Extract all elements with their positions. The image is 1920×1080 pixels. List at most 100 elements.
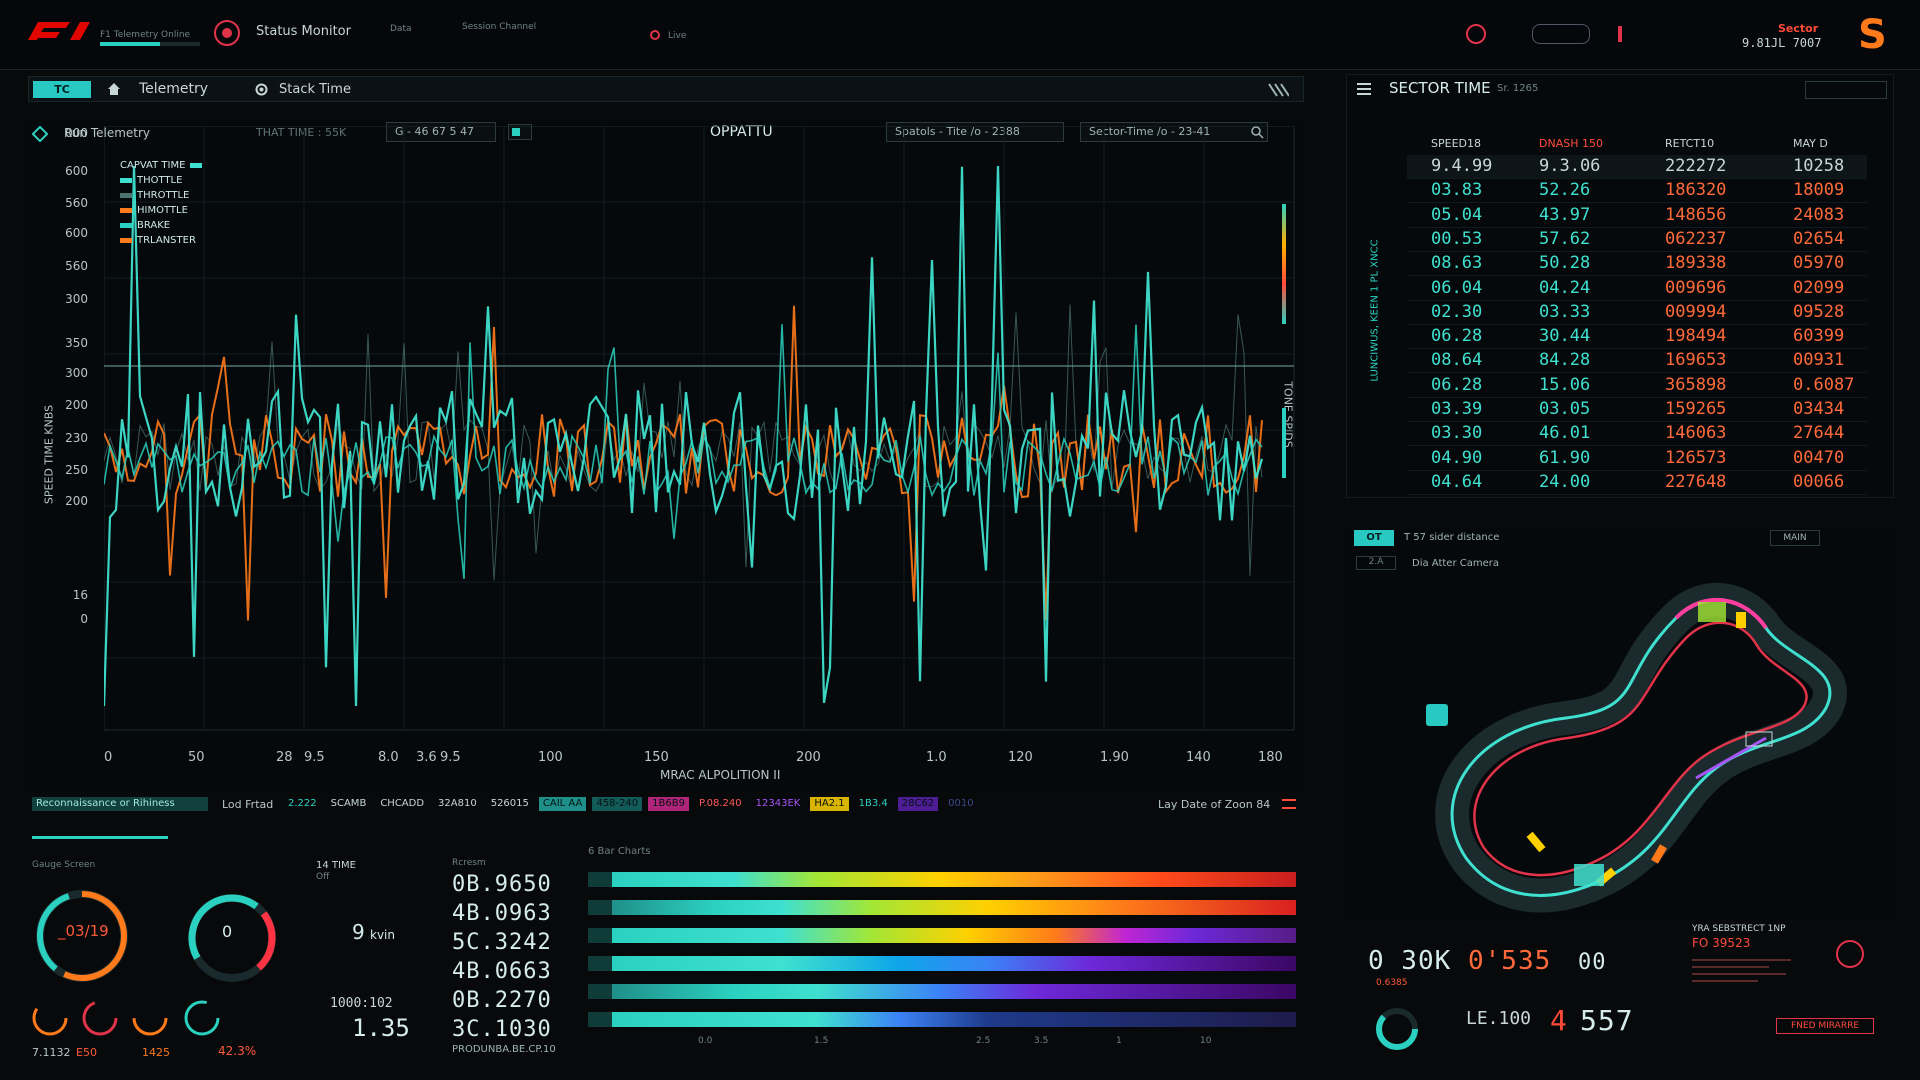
status-chip[interactable]: HA2.1	[810, 797, 849, 811]
telemetry-chart-panel: Run Telemetry THAT TIME : 55K G - 46 67 …	[28, 118, 1304, 790]
heat-bar[interactable]	[588, 900, 1296, 915]
strip-menu-icon[interactable]	[1282, 799, 1296, 809]
pin-icon[interactable]	[1426, 704, 1448, 726]
status-chip[interactable]: 32A810	[434, 797, 481, 811]
heat-bar[interactable]	[588, 872, 1296, 887]
track-map[interactable]	[1406, 568, 1886, 918]
driver-icon[interactable]	[1836, 940, 1864, 968]
strip-right: Lay Date of Zoon 84	[1158, 798, 1271, 811]
sector-table-row[interactable]: 9.4.99 9.3.06 222272 10258	[1407, 155, 1867, 179]
legend-item[interactable]: TRLANSTER	[120, 233, 220, 248]
status-chip[interactable]: SCAMB	[327, 797, 371, 811]
y-tick-label: 560	[65, 196, 88, 210]
sector-table-row[interactable]: 06.28 15.06 365898 0.6087	[1407, 374, 1867, 398]
telemetry-line-chart[interactable]	[104, 126, 1304, 746]
sector-table-row[interactable]: 02.30 03.33 009994 09528	[1407, 301, 1867, 325]
sector-col-header[interactable]: SPEED18	[1431, 137, 1481, 150]
x-tick-label: 120	[1008, 750, 1033, 765]
top-status-text: F1 Telemetry Online	[100, 30, 191, 40]
x-tick-label: 150	[644, 750, 669, 765]
sector-table-row[interactable]: 08.64 84.28 169653 00931	[1407, 349, 1867, 374]
sector-table-row[interactable]: 05.04 43.97 148656 24083	[1407, 204, 1867, 228]
sector-cell: 50.28	[1539, 253, 1591, 274]
status-chip[interactable]: CAIL AA	[538, 797, 587, 811]
status-chip[interactable]: 12343EK	[752, 797, 805, 811]
legend-item[interactable]: THROTTLE	[120, 188, 220, 203]
signature-icon	[1532, 24, 1590, 44]
sector-search-box[interactable]	[1805, 81, 1887, 99]
sector-table-row[interactable]: 06.04 04.24 009696 02099	[1407, 277, 1867, 301]
sector-cell: 00066	[1793, 471, 1845, 492]
map-tab[interactable]: OT	[1354, 530, 1394, 546]
y-tick-label: 200	[65, 494, 88, 508]
sector-cell: 43.97	[1539, 204, 1591, 225]
alert-icon[interactable]	[1466, 24, 1486, 44]
sector-table-row[interactable]: 04.90 61.90 126573 00470	[1407, 447, 1867, 471]
home-icon[interactable]	[107, 82, 121, 96]
readout-value: 3C.1030	[452, 1017, 552, 1042]
legend-item[interactable]: THOTTLE	[120, 173, 220, 188]
collapse-icon[interactable]	[1267, 82, 1289, 98]
readout-v6: LE.100	[1466, 1008, 1532, 1029]
status-chip[interactable]: 0010	[944, 797, 977, 811]
status-chip[interactable]: 28C62	[897, 797, 939, 811]
sector-table-row[interactable]: 00.53 57.62 062237 02654	[1407, 228, 1867, 252]
status-chip[interactable]: CHCADD	[376, 797, 428, 811]
sector-col-header[interactable]: DNASH 150	[1539, 137, 1603, 150]
map-sub-a[interactable]: 2.A	[1356, 556, 1396, 570]
top-channel-text: Session Channel	[462, 22, 537, 32]
status-chip[interactable]: P.08.240	[695, 797, 746, 811]
sector-table-row[interactable]: 03.30 46.01 146063 27644	[1407, 422, 1867, 447]
br-sector-code: FO 39523	[1692, 936, 1751, 950]
sector-cell: 06.04	[1431, 277, 1483, 298]
sector-table-row[interactable]: 03.39 03.05 159265 03434	[1407, 398, 1867, 422]
y-tick-label: 230	[65, 431, 88, 445]
menu-icon[interactable]	[1357, 83, 1371, 95]
sector-table-row[interactable]: 03.83 52.26 186320 18009	[1407, 179, 1867, 204]
sector-cell: 06.28	[1431, 374, 1483, 395]
readout-list: 0B.9650 4B.0963 5C.3242 4B.0663 0B.2270 3C.10…	[452, 872, 552, 1046]
heat-bar[interactable]	[588, 1012, 1296, 1027]
sector-cell: 00470	[1793, 447, 1845, 468]
status-chip[interactable]: 526015	[487, 797, 533, 811]
readout-value: 0B.9650	[452, 872, 552, 897]
heat-bar[interactable]	[588, 928, 1296, 943]
status-chip[interactable]: 1B6B9	[648, 797, 689, 811]
sector-table-row[interactable]: 06.28 30.44 198494 60399	[1407, 325, 1867, 350]
status-chip[interactable]: 2.222	[284, 797, 321, 811]
strip-left-label[interactable]: Reconnaissance or Rihiness	[32, 797, 208, 811]
lap-time-sub: Off	[316, 872, 330, 882]
nav-item-stack-time[interactable]: Stack Time	[279, 82, 351, 97]
bar-axis-label: 2.5	[976, 1036, 991, 1046]
sector-col-header[interactable]: MAY D	[1793, 137, 1828, 150]
find-button[interactable]: FNED MIRARRE	[1776, 1018, 1874, 1034]
sector-table-row[interactable]: 04.64 24.00 227648 00066	[1407, 471, 1867, 495]
nav-home-pill[interactable]: TC	[33, 81, 91, 98]
map-button[interactable]: MAIN	[1770, 530, 1820, 546]
helmet-icon[interactable]	[212, 18, 242, 48]
map-title: T 57 sider distance	[1404, 532, 1500, 543]
scroll-handle[interactable]	[1282, 408, 1286, 478]
lap-speed: 9	[352, 920, 365, 944]
heat-bar[interactable]	[588, 984, 1296, 999]
sector-col-header[interactable]: RETCT10	[1665, 137, 1714, 150]
legend-item[interactable]: HIMOTTLE	[120, 203, 220, 218]
status-strip: Reconnaissance or Rihiness Lod Frtad 2.2…	[28, 796, 1304, 814]
legend-item[interactable]: CAPVAT TIME	[120, 158, 220, 173]
sector-cell: 05970	[1793, 253, 1845, 274]
f1-logo[interactable]	[22, 16, 92, 42]
heat-bar[interactable]	[588, 956, 1296, 971]
track-map-panel: OT T 57 sider distance MAIN 2.A Dia Atte…	[1346, 528, 1894, 920]
x-tick-label: 9.5	[440, 750, 461, 765]
status-chip[interactable]: 1B3.4	[855, 797, 892, 811]
chart-legend: CAPVAT TIME THOTTLE THROTTLE HIMOTTLE BR…	[120, 158, 220, 254]
legend-item[interactable]: BRAKE	[120, 218, 220, 233]
status-chip[interactable]: 458-240	[592, 797, 643, 811]
nav-title[interactable]: Telemetry	[139, 81, 208, 97]
brand-logo[interactable]: S	[1858, 12, 1887, 58]
sector-table-row[interactable]: 08.63 50.28 189338 05970	[1407, 252, 1867, 277]
readout-value: 4B.0663	[452, 959, 552, 984]
top-data-text: Data	[390, 24, 412, 34]
sector-cell: 52.26	[1539, 180, 1591, 201]
gear-icon[interactable]	[254, 82, 269, 97]
